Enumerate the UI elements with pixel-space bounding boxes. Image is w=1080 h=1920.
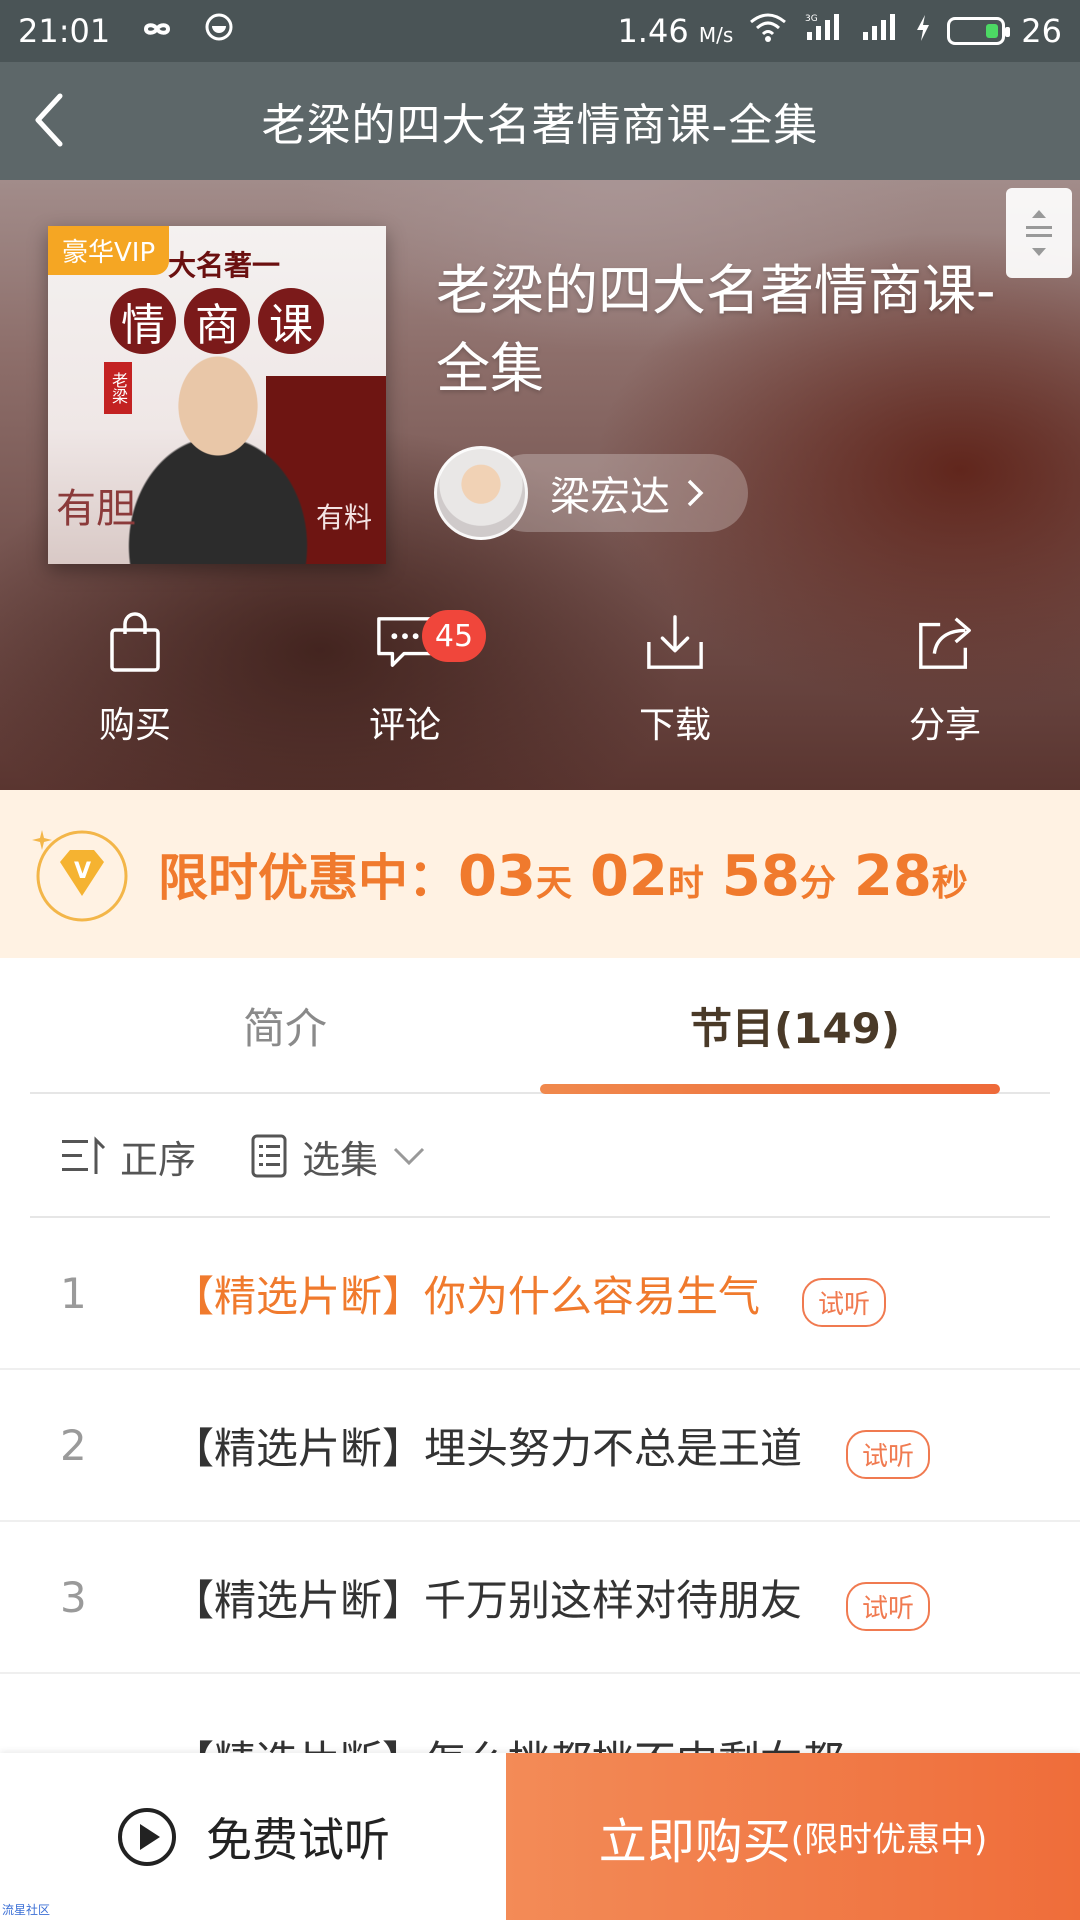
episode-number: 3: [60, 1572, 87, 1622]
tab-bar: 简介 节目(149): [30, 958, 1050, 1094]
episode-title: 【精选片断】埋头努力不总是王道: [172, 1423, 803, 1473]
vip-badge: 豪华VIP: [48, 226, 170, 275]
share-action-label: 分享: [908, 705, 981, 746]
back-button[interactable]: [20, 90, 80, 150]
episode-list: 1 【精选片断】你为什么容易生气 试听 2 【精选片断】埋头努力不总是王道 试听…: [0, 1218, 1080, 1826]
cover-title: 情 商 课: [110, 288, 324, 354]
vip-diamond-icon: V: [28, 820, 132, 928]
svg-text:3G: 3G: [805, 14, 818, 24]
select-episodes-label: 选集: [302, 1137, 379, 1182]
episode-toolbar: 正序 选集: [30, 1096, 1050, 1218]
book-title: 老梁的四大名著情商课-全集: [436, 259, 996, 400]
sort-order-label: 正序: [120, 1137, 197, 1182]
buy-now-sublabel: (限时优惠中): [790, 1820, 988, 1860]
list-item[interactable]: 2 【精选片断】埋头努力不总是王道 试听: [0, 1370, 1080, 1522]
share-icon: [915, 610, 975, 674]
list-icon: [251, 1134, 287, 1178]
cover-word-left: 有胆: [56, 486, 136, 532]
download-action-label: 下载: [638, 705, 711, 746]
infinity-icon: [134, 12, 180, 50]
battery-icon: [947, 17, 1011, 45]
list-item[interactable]: 1 【精选片断】你为什么容易生气 试听: [0, 1218, 1080, 1370]
select-episodes-dropdown[interactable]: 选集: [250, 1129, 426, 1184]
comment-action-button[interactable]: 45 评论: [270, 610, 540, 760]
avatar: [434, 446, 528, 540]
chevron-down-icon: [393, 1147, 425, 1166]
cover-host-image: [128, 346, 308, 564]
chevron-right-icon: [687, 479, 704, 507]
expand-handle-icon: [1026, 210, 1052, 256]
play-icon: [118, 1807, 176, 1866]
countdown-minutes-unit: 分: [799, 863, 836, 904]
promo-banner: V 限时优惠中： 03 天 02 时 58 分 28 秒: [0, 790, 1080, 958]
trial-badge: 试听: [846, 1430, 931, 1479]
buy-action-button[interactable]: 购买: [0, 610, 270, 760]
countdown-days: 03: [458, 844, 536, 909]
signal-3g-icon: 3G: [803, 12, 843, 50]
free-listen-label: 免费试听: [206, 1812, 390, 1867]
shopping-bag-icon: [105, 610, 165, 674]
active-tab-indicator: [540, 1084, 1000, 1094]
promo-label: 限时优惠中：: [158, 849, 458, 907]
free-listen-button[interactable]: 免费试听: [0, 1753, 506, 1920]
sort-order-button[interactable]: 正序: [60, 1129, 196, 1184]
svg-text:V: V: [74, 859, 91, 884]
countdown-hours: 02: [589, 844, 668, 909]
buy-now-button[interactable]: 立即购买 (限时优惠中): [506, 1753, 1080, 1920]
cover-title-char: 课: [258, 288, 324, 354]
cover-title-char: 情: [110, 288, 176, 354]
action-bar: 购买 45 评论 下载 分享: [0, 610, 1080, 760]
watermark: 流星社区: [2, 1903, 51, 1917]
episode-title: 【精选片断】千万别这样对待朋友: [172, 1575, 803, 1625]
episode-number: 1: [60, 1268, 87, 1318]
list-item[interactable]: 3 【精选片断】千万别这样对待朋友 试听: [0, 1522, 1080, 1674]
cover-title-char: 商: [184, 288, 250, 354]
comment-count-badge: 45: [422, 610, 486, 662]
episode-number: 2: [60, 1420, 87, 1470]
buy-now-label: 立即购买: [598, 1813, 791, 1870]
network-speed: 1.46 M/s: [617, 12, 734, 50]
bottom-action-bar: 免费试听 立即购买 (限时优惠中): [0, 1753, 1080, 1920]
countdown-seconds: 28: [853, 844, 932, 909]
buy-action-label: 购买: [98, 705, 171, 746]
author-name: 梁宏达: [550, 474, 670, 520]
cover-top-text: 大名著一: [168, 249, 281, 282]
trial-badge: 试听: [846, 1582, 931, 1631]
status-time: 21:01: [18, 12, 111, 50]
wifi-icon: [749, 12, 787, 50]
comment-action-label: 评论: [368, 705, 441, 746]
cover-word-right: 有料: [315, 501, 372, 534]
nav-bar: 老梁的四大名著情商课-全集: [0, 62, 1080, 180]
countdown-minutes: 58: [721, 844, 800, 909]
charging-icon: [915, 12, 931, 50]
countdown-seconds-unit: 秒: [931, 863, 968, 904]
author-link[interactable]: 梁宏达: [434, 446, 748, 540]
trial-badge: 试听: [802, 1278, 887, 1327]
status-bar: 21:01 1.46 M/s 3G 26: [0, 0, 1080, 62]
signal-icon: [859, 12, 899, 50]
tab-intro[interactable]: 简介: [30, 958, 540, 1092]
countdown-days-unit: 天: [535, 863, 572, 904]
app-notification-icon: [204, 12, 234, 50]
battery-level: 26: [1021, 12, 1062, 50]
episode-title: 【精选片断】你为什么容易生气: [172, 1271, 761, 1321]
download-icon: [645, 610, 705, 674]
sort-icon: [62, 1136, 106, 1174]
promo-countdown: 限时优惠中： 03 天 02 时 58 分 28 秒: [158, 838, 986, 910]
nav-title: 老梁的四大名著情商课-全集: [261, 100, 819, 151]
countdown-hours-unit: 时: [667, 863, 704, 904]
album-cover[interactable]: 大名著一 情 商 课 老梁 有胆 有料 豪华VIP: [48, 226, 386, 564]
tab-episodes[interactable]: 节目(149): [540, 958, 1050, 1092]
download-action-button[interactable]: 下载: [540, 610, 810, 760]
share-action-button[interactable]: 分享: [810, 610, 1080, 760]
back-arrow-icon: [35, 93, 63, 147]
